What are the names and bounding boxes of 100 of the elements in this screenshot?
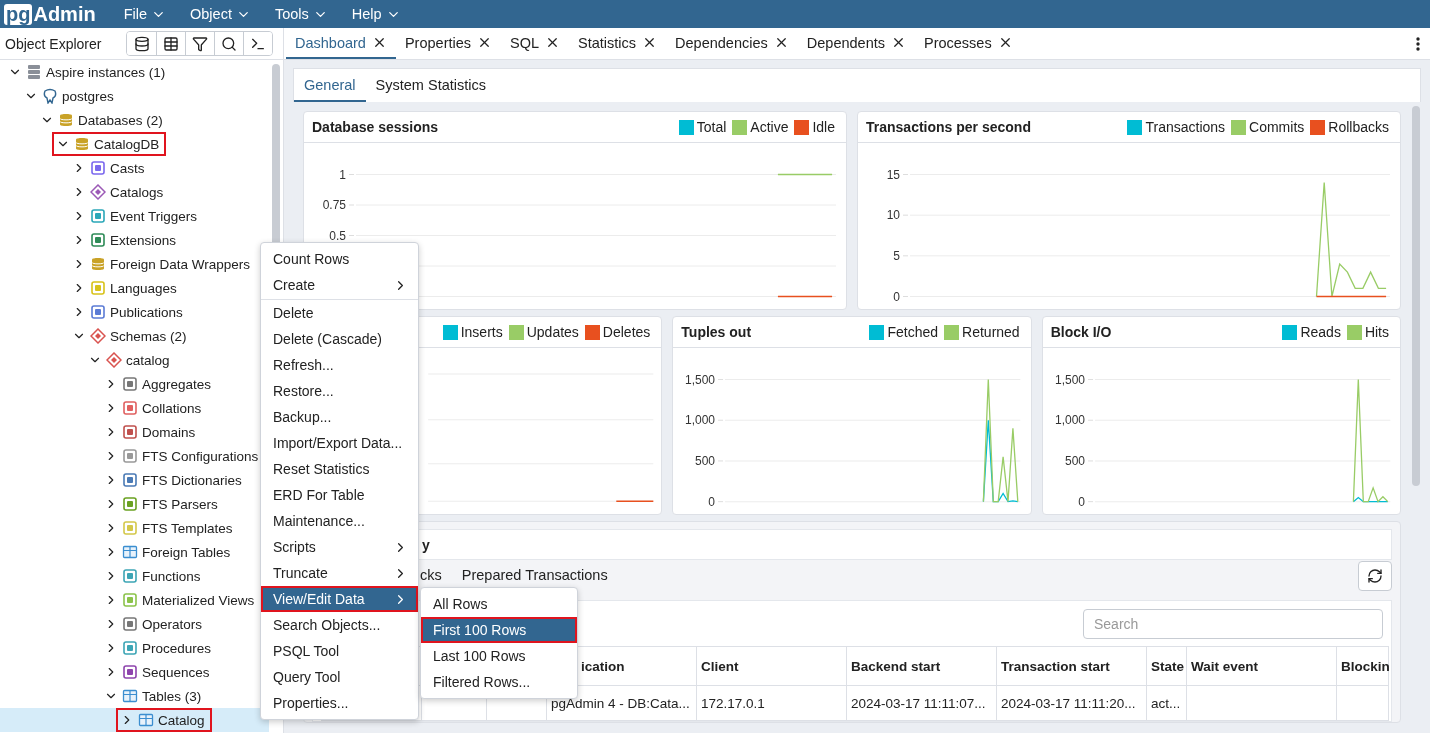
diamond-icon: [106, 352, 122, 368]
menu-item[interactable]: ERD For Table: [261, 482, 418, 508]
legend-label: Commits: [1249, 119, 1305, 135]
tree-item[interactable]: Operators: [100, 612, 210, 636]
tree-item[interactable]: Extensions: [68, 228, 184, 252]
server-stack-icon: [26, 64, 42, 80]
tree-item[interactable]: Catalog: [116, 708, 212, 732]
menu-item[interactable]: Import/Export Data...: [261, 430, 418, 456]
tree-item[interactable]: Casts: [68, 156, 152, 180]
tab[interactable]: SQL: [501, 28, 570, 59]
menu-item[interactable]: Scripts: [261, 534, 418, 560]
menu-item[interactable]: Search Objects...: [261, 612, 418, 638]
logo-text: Admin: [33, 3, 96, 25]
database-icon: [133, 35, 150, 52]
tree-item[interactable]: Collations: [100, 396, 209, 420]
tree-item[interactable]: FTS Parsers: [100, 492, 225, 516]
panel-title: Object Explorer: [5, 35, 102, 52]
tick-label: 1: [339, 167, 346, 182]
menu-item[interactable]: First 100 Rows: [421, 617, 577, 643]
chart-line: [777, 173, 833, 176]
tree-item[interactable]: FTS Templates: [100, 516, 240, 540]
menu-item[interactable]: Restore...: [261, 378, 418, 404]
tile-icon: [122, 496, 138, 512]
menu-item[interactable]: Refresh...: [261, 352, 418, 378]
tile-icon: [122, 472, 138, 488]
tree-item[interactable]: Procedures: [100, 636, 219, 660]
terminal-button[interactable]: [243, 32, 272, 55]
chart-title: Block I/O: [1050, 324, 1112, 340]
tree-item[interactable]: Functions: [100, 564, 208, 588]
column-header: Transaction start: [996, 646, 1147, 686]
search-field[interactable]: Search: [1083, 609, 1383, 639]
menu-item[interactable]: Delete (Cascade): [261, 326, 418, 352]
scrollbar-thumb[interactable]: [1412, 106, 1420, 486]
legend-label: Updates: [526, 324, 579, 340]
menu-button[interactable]: Object: [178, 0, 263, 28]
tree-item[interactable]: Domains: [100, 420, 203, 444]
menu-item[interactable]: Reset Statistics: [261, 456, 418, 482]
tree-item[interactable]: Foreign Data Wrappers: [68, 252, 258, 276]
menu-button[interactable]: Tools: [262, 0, 340, 28]
tab[interactable]: System Statistics: [365, 69, 496, 102]
refresh-icon: [1367, 568, 1383, 584]
menu-item[interactable]: All Rows: [421, 591, 577, 617]
tree-item[interactable]: CatalogDB: [52, 132, 167, 156]
menu-item[interactable]: Properties...: [261, 690, 418, 716]
menu-item[interactable]: Last 100 Rows: [421, 643, 577, 669]
tree-item[interactable]: Catalogs: [68, 180, 171, 204]
tile-icon: [122, 592, 138, 608]
tab[interactable]: Properties: [395, 28, 502, 59]
tick-label: 0.5: [329, 228, 346, 243]
search-icon: [221, 35, 237, 52]
menu-item[interactable]: Truncate: [261, 560, 418, 586]
tree-item[interactable]: Sequences: [100, 660, 217, 684]
tree-item[interactable]: Materialized Views: [100, 588, 262, 612]
tree-item[interactable]: Schemas (2): [68, 324, 194, 348]
tree-item[interactable]: catalog: [84, 348, 177, 372]
panel-title: y: [422, 536, 430, 553]
menu-item[interactable]: View/Edit Data: [261, 586, 418, 612]
tab[interactable]: General: [294, 69, 366, 102]
table-icon: [122, 544, 138, 560]
tab[interactable]: Prepared Transactions: [453, 561, 616, 591]
tree-item[interactable]: Event Triggers: [68, 204, 205, 228]
tab[interactable]: Dependencies: [666, 28, 798, 59]
menu-item[interactable]: Maintenance...: [261, 508, 418, 534]
tab[interactable]: Processes: [915, 28, 1022, 59]
tick-label: 0.75: [322, 198, 346, 212]
database-icon: [74, 136, 90, 152]
tab[interactable]: Dependents: [797, 28, 915, 59]
tick-label: 500: [695, 453, 716, 468]
menu-item[interactable]: Count Rows: [261, 246, 418, 272]
tree-item[interactable]: Aggregates: [100, 372, 219, 396]
tree-item[interactable]: postgres: [20, 84, 121, 108]
tab[interactable]: Statistics: [569, 28, 667, 59]
menu-item[interactable]: Filtered Rows...: [421, 669, 577, 695]
menu-item[interactable]: Backup...: [261, 404, 418, 430]
chart-title: Tuples out: [681, 324, 752, 340]
chart-line: [777, 295, 833, 298]
tile-icon: [122, 448, 138, 464]
column-header: Blockin: [1336, 646, 1389, 686]
tree-item[interactable]: Languages: [68, 276, 184, 300]
menu-button[interactable]: File: [111, 0, 179, 28]
legend-label: Total: [696, 119, 727, 135]
tree-item[interactable]: Databases (2): [36, 108, 170, 132]
tree-item[interactable]: Foreign Tables: [100, 540, 238, 564]
menu-item[interactable]: PSQL Tool: [261, 638, 418, 664]
menu-item[interactable]: Query Tool: [261, 664, 418, 690]
tile-icon: [90, 208, 106, 224]
tile-icon: [122, 520, 138, 536]
tree-item[interactable]: Tables (3): [100, 684, 209, 708]
table-cell: act...: [1146, 685, 1187, 721]
refresh-button[interactable]: [1358, 561, 1392, 591]
menu-item[interactable]: Create: [261, 272, 418, 298]
legend-label: Inserts: [460, 324, 503, 340]
chart-title: Database sessions: [312, 119, 439, 135]
tree-item[interactable]: Aspire instances (1): [4, 60, 173, 84]
tick-label: 10: [886, 208, 900, 223]
tree-item[interactable]: FTS Dictionaries: [100, 468, 249, 492]
menu-item[interactable]: Delete: [261, 300, 418, 326]
menu-button[interactable]: Help: [339, 0, 413, 28]
tree-item[interactable]: Publications: [68, 300, 190, 324]
close-button[interactable]: [891, 35, 906, 50]
